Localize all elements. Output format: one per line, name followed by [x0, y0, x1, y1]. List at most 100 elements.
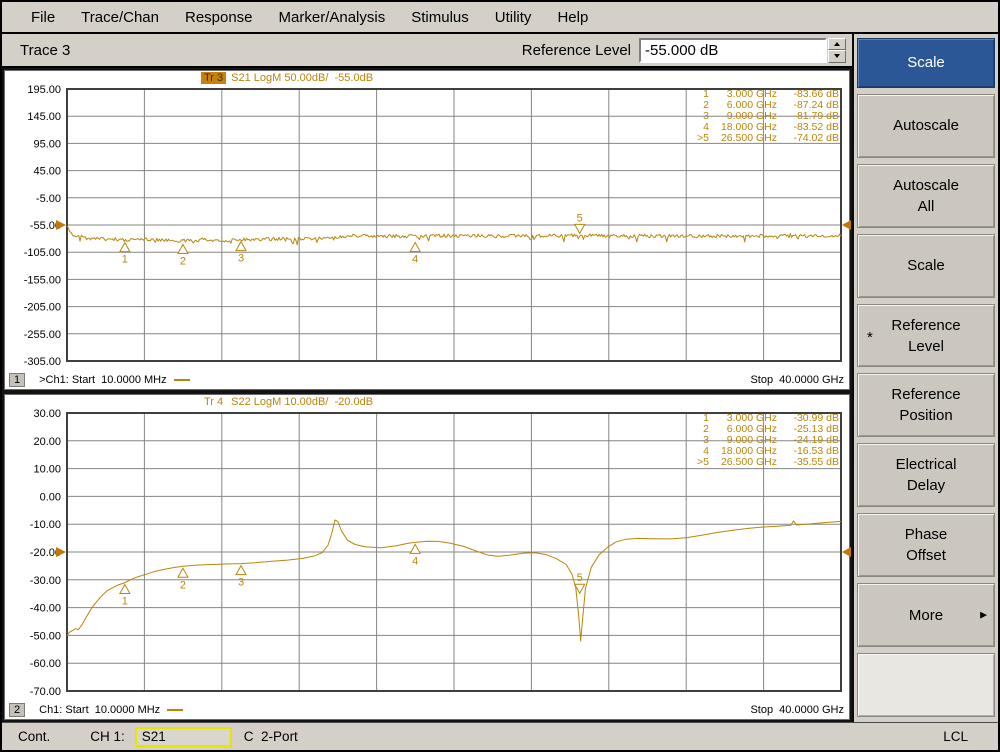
softkey-reference-level[interactable]: ReferenceLevel *: [857, 304, 995, 368]
menu-bar: FileTrace/ChanResponseMarker/AnalysisSti…: [2, 2, 998, 34]
softkey-label: Reference: [891, 315, 960, 336]
reference-level-input[interactable]: [639, 38, 827, 63]
y-axis-tick-label: -5.00: [36, 193, 61, 205]
s21-plot-area[interactable]: 195.00145.0095.0045.00-5.00-55.00-105.00…: [5, 85, 851, 372]
reference-level-label: Reference Level: [522, 42, 631, 59]
spinner-down-button[interactable]: [828, 50, 846, 63]
marker-readout-value: -74.02 dB: [793, 132, 839, 144]
active-measurement-field[interactable]: S21: [135, 727, 232, 747]
trace-3-info: S21 LogM 50.00dB/ -55.0dB: [231, 72, 373, 84]
y-axis-tick-label: 30.00: [33, 409, 61, 420]
menu-item-stimulus[interactable]: Stimulus: [398, 6, 482, 29]
reference-level-arrow-right-icon[interactable]: [842, 220, 851, 230]
main-area: Trace 3 Reference Level Tr 3 S21 LogM 50…: [2, 34, 998, 722]
plot-region: Tr 3 S21 LogM 50.00dB/ -55.0dB 195.00145…: [2, 68, 852, 722]
plot-window-s21: Tr 3 S21 LogM 50.00dB/ -55.0dB 195.00 1 45…: [4, 70, 850, 390]
marker-4-triangle-icon[interactable]: [410, 243, 420, 252]
softkey-reference-position[interactable]: ReferencePosition: [857, 373, 995, 437]
trace-4-badge[interactable]: Tr 4: [201, 396, 226, 408]
trace-3-badge[interactable]: Tr 3: [201, 72, 226, 84]
active-entry-toolbar: Trace 3 Reference Level: [2, 34, 852, 68]
y-axis-tick-label: -30.00: [30, 575, 61, 587]
softkey-label: Phase: [905, 524, 948, 545]
marker-5-label: 5: [577, 572, 583, 584]
y-axis-tick-label: -10.00: [30, 519, 61, 531]
menu-item-marker-analysis[interactable]: Marker/Analysis: [266, 6, 399, 29]
marker-readout-frequency: 26.500 GHz: [721, 132, 777, 144]
marker-5-triangle-icon[interactable]: [575, 224, 585, 233]
trace-3-header: Tr 3 S21 LogM 50.00dB/ -55.0dB: [201, 72, 373, 84]
menu-item-utility[interactable]: Utility: [482, 6, 545, 29]
marker-1-label: 1: [122, 596, 128, 608]
down-arrow-icon: [834, 54, 840, 58]
active-trace-title: Trace 3: [20, 42, 70, 59]
reference-level-arrow-left-icon[interactable]: [56, 547, 66, 557]
marker-readout-number: >5: [697, 132, 709, 144]
softkey-scale-menu-title[interactable]: Scale: [857, 38, 995, 88]
marker-4-label: 4: [412, 555, 418, 567]
vna-application-window: FileTrace/ChanResponseMarker/AnalysisSti…: [0, 0, 1000, 752]
marker-1-triangle-icon[interactable]: [120, 243, 130, 252]
softkey-autoscale-all[interactable]: AutoscaleAll: [857, 164, 995, 228]
softkey-label: All: [918, 196, 935, 217]
s22-plot-area[interactable]: 30.0020.0010.000.00-10.00-20.00-30.00-40…: [5, 409, 851, 702]
softkey-scale[interactable]: Scale: [857, 234, 995, 298]
menu-item-help[interactable]: Help: [544, 6, 601, 29]
reference-level-spinner: [828, 38, 846, 63]
menu-item-trace-chan[interactable]: Trace/Chan: [68, 6, 172, 29]
s21-start-frequency: >Ch1: Start 10.0000 MHz: [39, 374, 166, 386]
marker-2-label: 2: [180, 579, 186, 591]
spinner-up-button[interactable]: [828, 38, 846, 51]
reference-level-arrow-right-icon[interactable]: [842, 547, 851, 557]
softkey-label: Delay: [907, 475, 945, 496]
menu-item-response[interactable]: Response: [172, 6, 266, 29]
y-axis-tick-label: -155.00: [24, 274, 61, 286]
softkey-panel: ScaleAutoscaleAutoscaleAllScaleReference…: [854, 34, 998, 722]
channel-label: CH 1:: [90, 729, 125, 744]
marker-2-triangle-icon[interactable]: [178, 568, 188, 577]
up-arrow-icon: [834, 42, 840, 46]
trace-3-color-dash: [174, 379, 190, 381]
softkey-label: Autoscale: [893, 115, 959, 136]
marker-readout-value: -35.55 dB: [793, 456, 839, 468]
marker-readout-number: >5: [697, 456, 709, 468]
local-remote-status: LCL: [943, 729, 968, 744]
marker-1-label: 1: [122, 254, 128, 266]
softkey-more[interactable]: More ▶: [857, 583, 995, 647]
softkey-autoscale[interactable]: Autoscale: [857, 94, 995, 158]
softkey-label: Position: [899, 405, 952, 426]
y-axis-tick-label: 195.00: [27, 85, 61, 96]
reference-level-arrow-left-icon[interactable]: [56, 220, 66, 230]
marker-2-triangle-icon[interactable]: [178, 245, 188, 254]
y-axis-tick-label: -60.00: [30, 658, 61, 670]
menu-item-file[interactable]: File: [18, 6, 68, 29]
s22-stop-frequency: Stop 40.0000 GHz: [750, 704, 844, 716]
marker-1-triangle-icon[interactable]: [120, 585, 130, 594]
softkey-electrical-delay[interactable]: ElectricalDelay: [857, 443, 995, 507]
s21-plot-footer: 1 >Ch1: Start 10.0000 MHz Stop 40.0000 G…: [9, 372, 844, 388]
y-axis-tick-label: 45.00: [33, 166, 61, 178]
status-bar: Cont. CH 1: S21 C 2-Port LCL: [2, 722, 998, 750]
marker-4-label: 4: [412, 254, 418, 266]
marker-3-triangle-icon[interactable]: [236, 566, 246, 575]
reference-level-entry: Reference Level: [522, 38, 846, 63]
marker-4-triangle-icon[interactable]: [410, 544, 420, 553]
y-axis-tick-label: -305.00: [24, 356, 61, 368]
softkey-label: Electrical: [896, 454, 957, 475]
softkey-label: More: [909, 605, 943, 626]
marker-readout-frequency: 26.500 GHz: [721, 456, 777, 468]
softkey-label: Reference: [891, 384, 960, 405]
softkey-label: Offset: [906, 545, 946, 566]
marker-3-label: 3: [238, 577, 244, 589]
submenu-arrow-icon: ▶: [980, 610, 987, 621]
softkey-blank: [857, 653, 995, 717]
s22-plot-footer: 2 Ch1: Start 10.0000 MHz Stop 40.0000 GH…: [9, 702, 844, 718]
s22-start-frequency: Ch1: Start 10.0000 MHz: [39, 704, 160, 716]
marker-3-label: 3: [238, 253, 244, 265]
active-function-asterisk-icon: *: [867, 328, 873, 345]
softkey-label: Level: [908, 336, 944, 357]
y-axis-tick-label: -205.00: [24, 302, 61, 314]
softkey-phase-offset[interactable]: PhaseOffset: [857, 513, 995, 577]
marker-3-triangle-icon[interactable]: [236, 242, 246, 251]
y-axis-tick-label: -40.00: [30, 603, 61, 615]
